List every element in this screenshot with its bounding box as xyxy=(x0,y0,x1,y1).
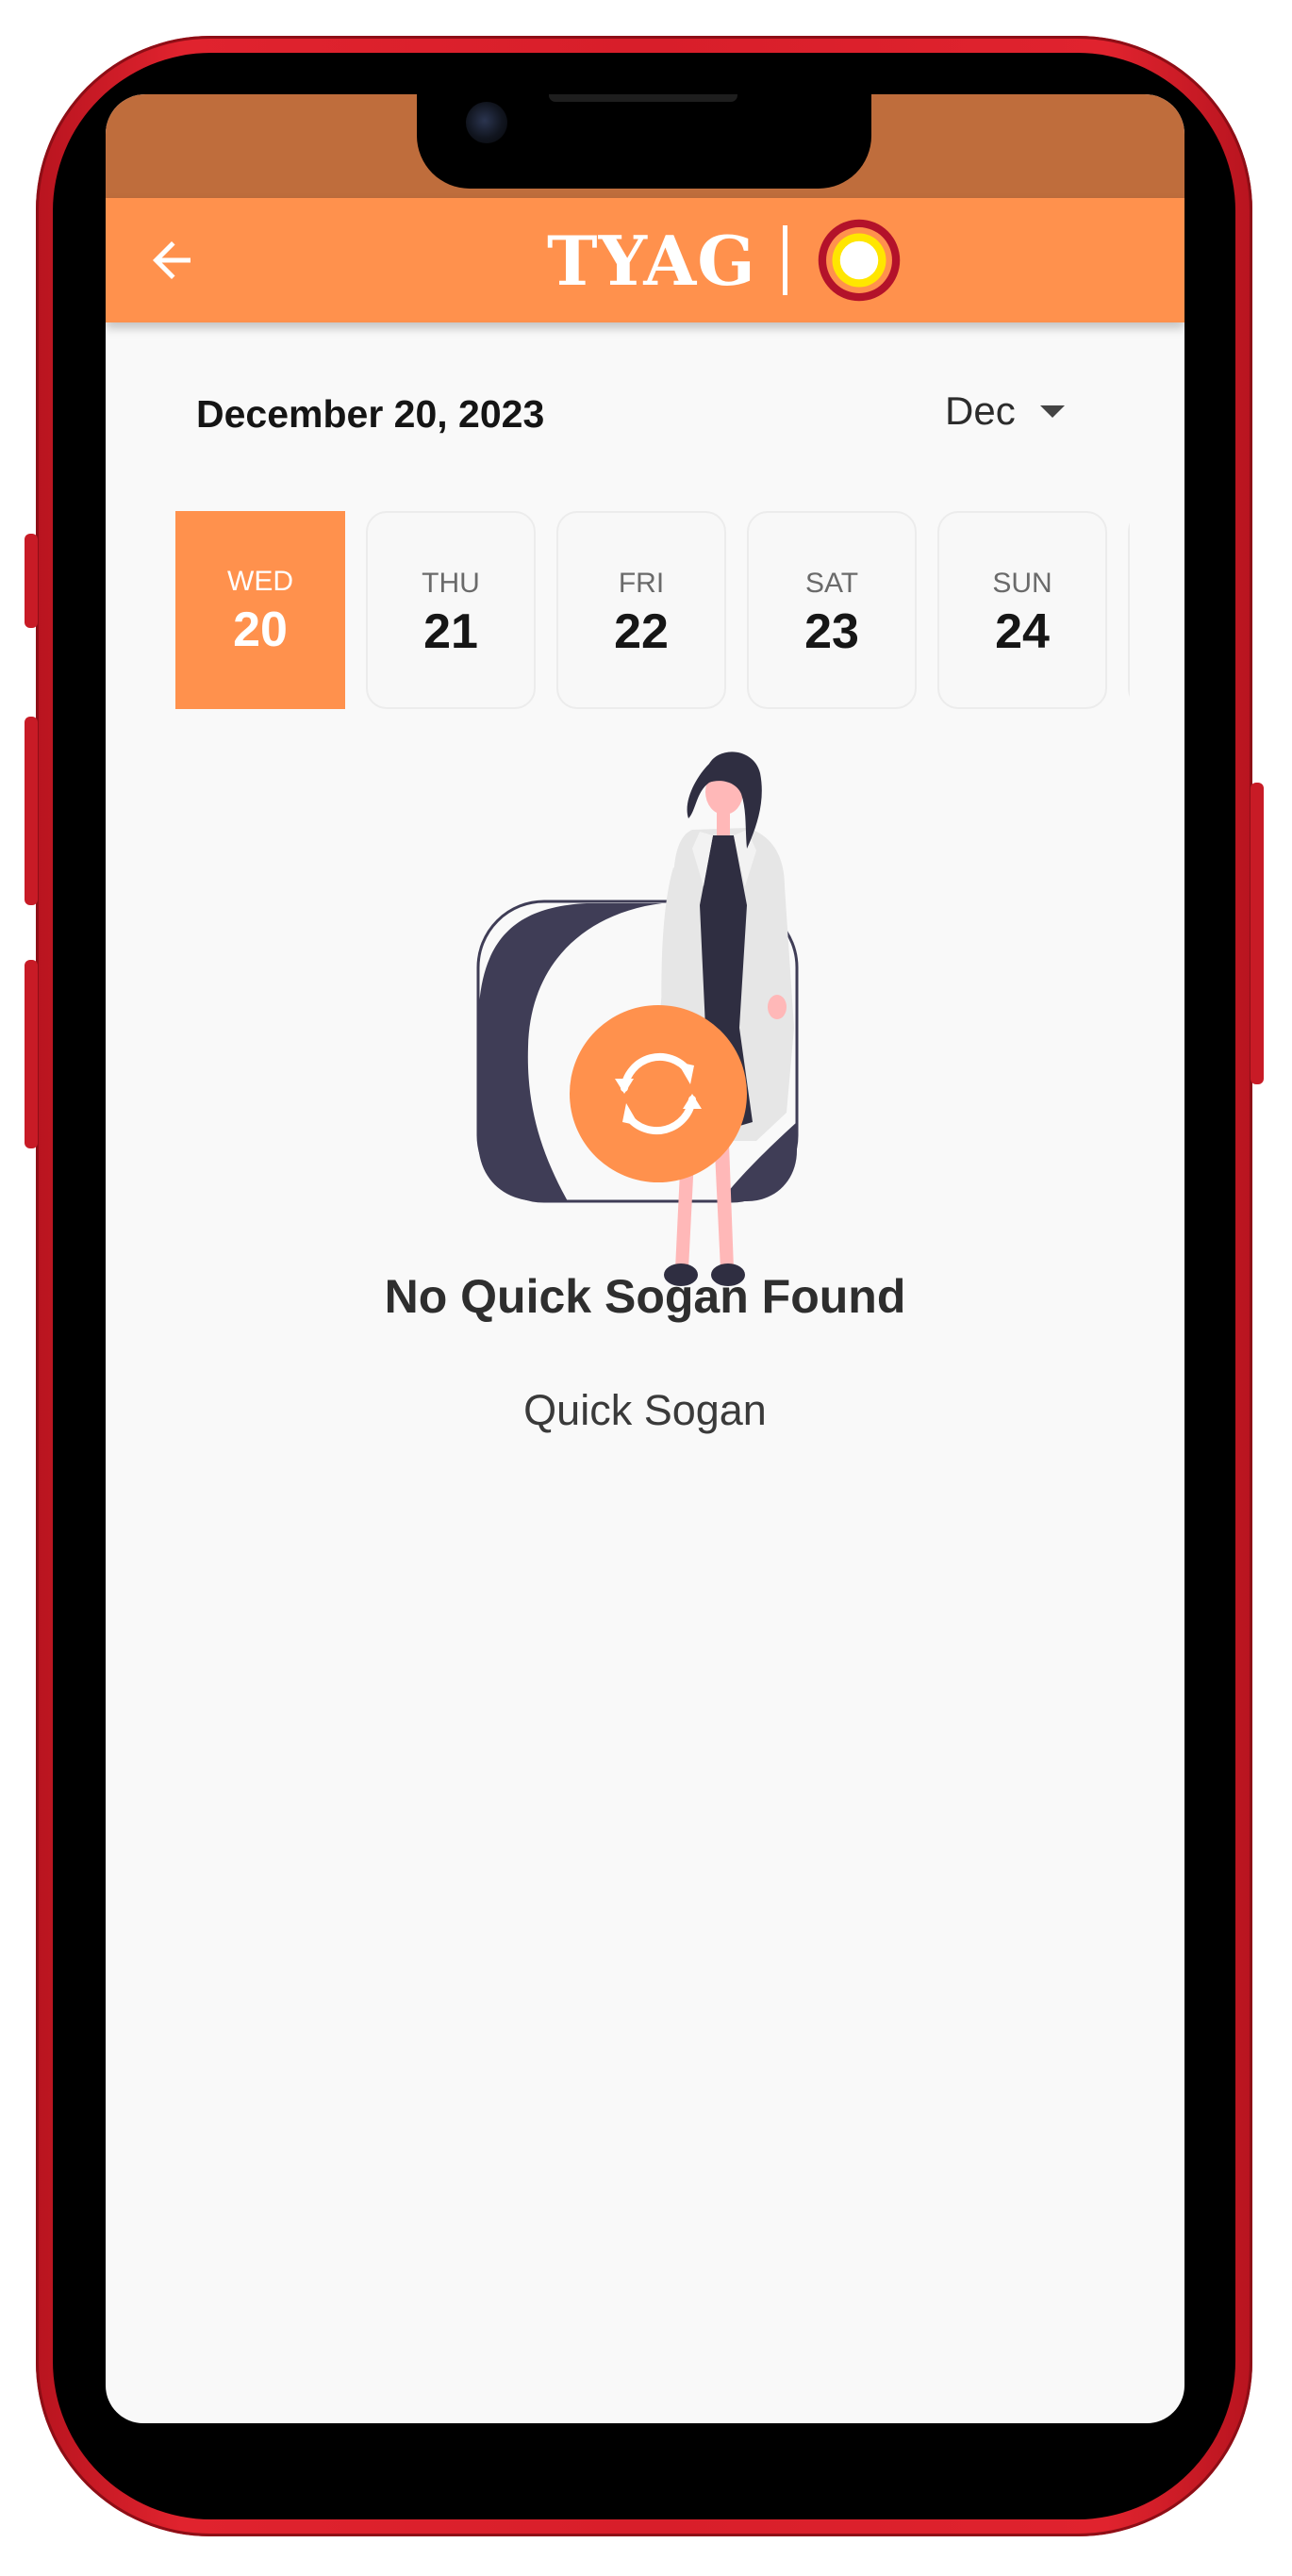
brand-name: TYAG xyxy=(547,220,756,301)
selected-date-title: December 20, 2023 xyxy=(196,392,545,436)
day-weekday: THU xyxy=(422,568,480,599)
phone-action-button xyxy=(25,534,38,628)
day-number: 22 xyxy=(614,604,669,659)
refresh-icon xyxy=(615,1052,702,1135)
app-bar: TYAG xyxy=(106,198,1184,322)
month-dropdown-label: Dec xyxy=(945,388,1016,433)
earpiece-speaker xyxy=(549,94,737,102)
day-cell[interactable]: SUN 24 xyxy=(937,511,1107,709)
app-screen: TYAG December 20, 2023 Dec WED 20 THU 21… xyxy=(106,94,1184,2423)
day-weekday: SUN xyxy=(992,568,1052,599)
camera-notch xyxy=(417,94,871,189)
arrow-left-icon xyxy=(153,241,190,279)
empty-state-subtitle: Quick Sogan xyxy=(523,1386,767,1434)
sun-ring-logo-icon xyxy=(818,219,900,302)
phone-power-button xyxy=(1251,783,1264,1084)
brand-divider xyxy=(782,225,787,295)
refresh-button[interactable] xyxy=(570,1005,747,1182)
phone-volume-up-button xyxy=(25,717,38,905)
day-number: 20 xyxy=(233,603,288,657)
brand: TYAG xyxy=(547,211,903,309)
day-cell[interactable]: THU 21 xyxy=(366,511,536,709)
day-cell-selected[interactable]: WED 20 xyxy=(175,511,345,709)
day-number: 24 xyxy=(995,604,1050,659)
caret-down-icon xyxy=(1039,405,1065,418)
phone-volume-down-button xyxy=(25,960,38,1148)
front-camera-icon xyxy=(466,102,507,143)
month-dropdown[interactable]: Dec xyxy=(945,383,1065,439)
status-bar-area xyxy=(106,94,1184,198)
day-number: 21 xyxy=(423,604,478,659)
day-weekday: FRI xyxy=(618,568,665,599)
day-strip[interactable]: WED 20 THU 21 FRI 22 SAT 23 SUN 24 xyxy=(175,511,1130,711)
back-button[interactable] xyxy=(143,232,200,289)
day-cell[interactable]: SAT 23 xyxy=(747,511,917,709)
empty-state-title: No Quick Sogan Found xyxy=(384,1270,906,1323)
day-weekday: WED xyxy=(227,566,293,597)
day-number: 23 xyxy=(804,604,859,659)
day-cell-partial[interactable] xyxy=(1128,511,1130,709)
day-weekday: SAT xyxy=(804,568,859,599)
day-cell[interactable]: FRI 22 xyxy=(556,511,726,709)
